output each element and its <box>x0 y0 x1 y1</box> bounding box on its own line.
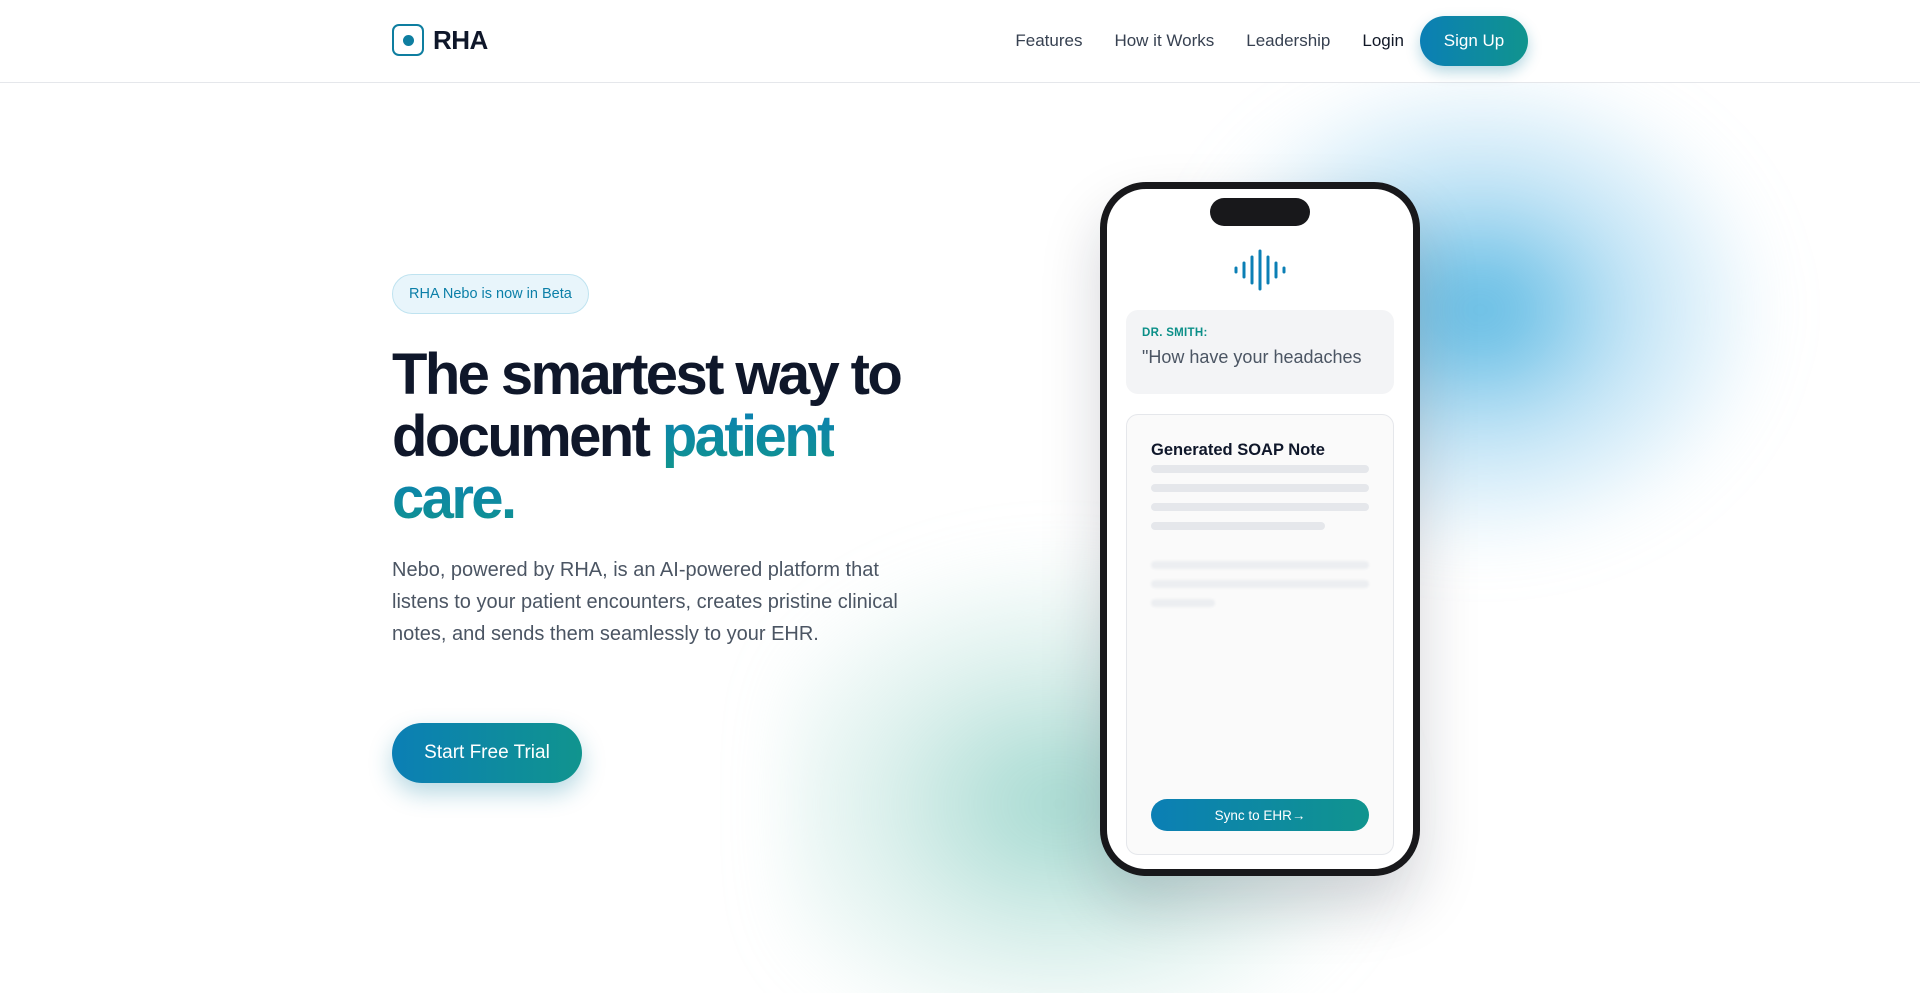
sign-up-button[interactable]: Sign Up <box>1420 16 1528 66</box>
brand-logo[interactable]: RHA <box>392 24 488 56</box>
beta-badge: RHA Nebo is now in Beta <box>392 274 589 314</box>
audio-waveform-icon <box>1234 249 1286 291</box>
top-navigation: RHA Features How it Works Leadership Log… <box>0 0 1920 83</box>
note-placeholder-line <box>1151 561 1369 569</box>
transcript-bubble: DR. SMITH: "How have your headaches <box>1126 310 1394 394</box>
brand-name: RHA <box>433 24 488 55</box>
speaker-label: DR. SMITH: <box>1142 327 1208 339</box>
nav-link-leadership[interactable]: Leadership <box>1246 31 1330 51</box>
soap-note-title: Generated SOAP Note <box>1151 441 1325 459</box>
square-dot-icon <box>392 24 424 56</box>
nav-link-features[interactable]: Features <box>1015 31 1082 51</box>
phone-notch <box>1210 198 1310 226</box>
note-placeholder-line <box>1151 503 1369 511</box>
note-placeholder-line <box>1151 580 1369 588</box>
sync-to-ehr-button[interactable]: Sync to EHR→ <box>1151 799 1369 831</box>
headline-line-2: document <box>392 404 651 469</box>
soap-note-card: Generated SOAP Note Sync to EHR→ <box>1126 414 1394 855</box>
headline-highlight-patient: patient <box>661 404 837 469</box>
phone-mockup: DR. SMITH: "How have your headaches Gene… <box>1100 182 1420 876</box>
login-link[interactable]: Login <box>1362 31 1404 51</box>
note-placeholder-line <box>1151 522 1325 530</box>
transcript-quote: "How have your headaches <box>1142 347 1362 367</box>
nav-link-how-it-works[interactable]: How it Works <box>1114 31 1214 51</box>
note-placeholder-line <box>1151 465 1369 473</box>
nav-links: Features How it Works Leadership Login S… <box>1015 16 1528 66</box>
note-placeholder-line <box>1151 484 1369 492</box>
headline-highlight-care: care. <box>392 466 517 531</box>
note-placeholder-line <box>1151 599 1215 607</box>
hero-headline: The smartest way to document patient car… <box>392 344 952 530</box>
headline-line-1: The smartest way to <box>392 342 903 407</box>
start-free-trial-button[interactable]: Start Free Trial <box>392 723 582 783</box>
hero-description: Nebo, powered by RHA, is an AI-powered p… <box>392 559 898 645</box>
